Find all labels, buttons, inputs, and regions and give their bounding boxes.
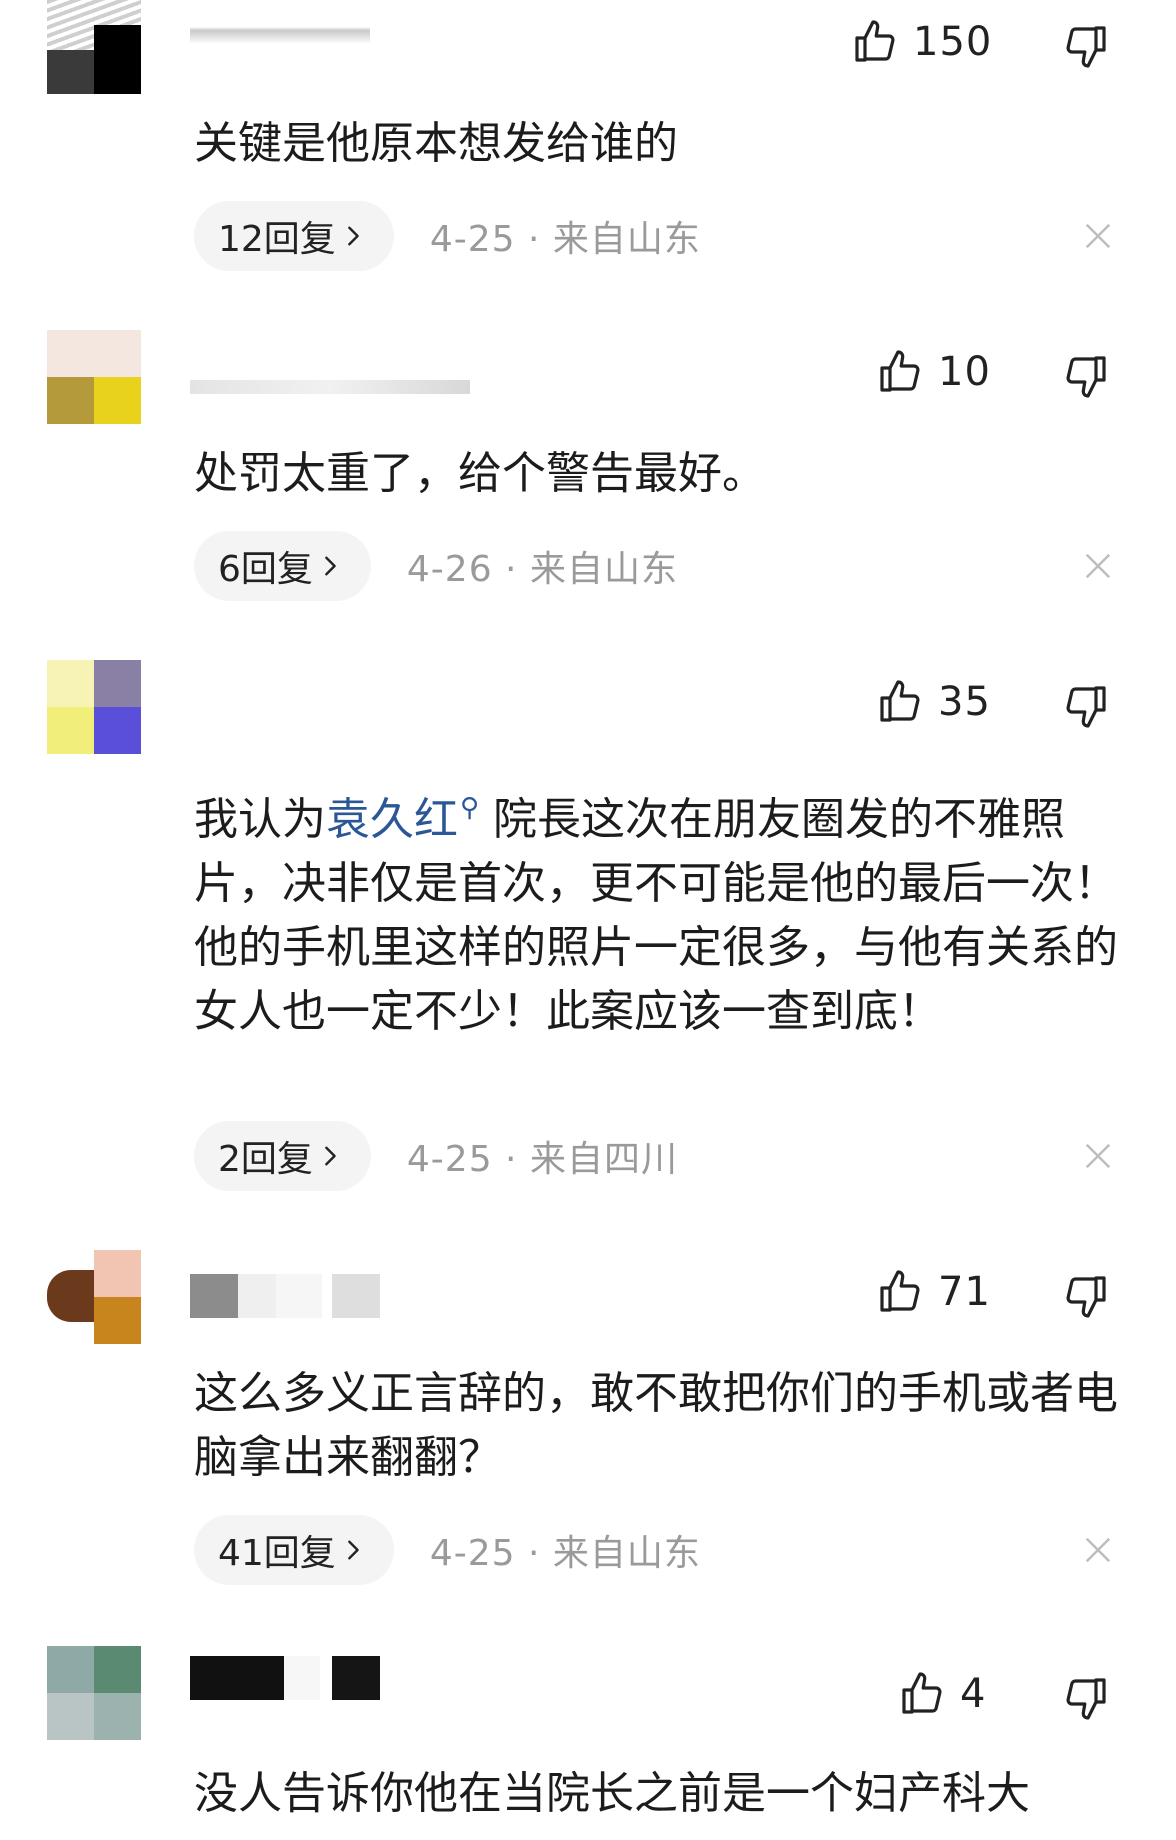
thumbs-down-icon [1066, 26, 1106, 68]
comment-text: 这么多义正言辞的，敢不敢把你们的手机或者电脑拿出来翻翻？ [194, 1368, 1118, 1483]
thumbs-down-icon [1066, 686, 1106, 728]
chevron-right-icon [347, 1540, 359, 1560]
reply-count-label: 2回复 [218, 1139, 313, 1180]
close-icon [1085, 223, 1111, 249]
avatar[interactable] [47, 0, 141, 94]
close-icon [1085, 553, 1111, 579]
chevron-right-icon [325, 1146, 336, 1166]
dislike-button[interactable] [1062, 1272, 1110, 1320]
comment-time-location: 4-25 · 来自山东 [429, 219, 701, 260]
thumbs-down-icon [1066, 1276, 1106, 1318]
reply-count-label: 6回复 [218, 549, 313, 590]
like-button[interactable]: 71 [876, 1268, 991, 1316]
comment-text: 没人告诉你他在当院长之前是一个妇产科大 [194, 1768, 1030, 1819]
comment-time-location: 4-26 · 来自山东 [406, 549, 678, 590]
chevron-right-icon [347, 226, 359, 246]
comment-time-location: 4-25 · 来自山东 [429, 1533, 701, 1574]
reply-count-button[interactable]: 2回复 [194, 1121, 371, 1191]
dismiss-button[interactable] [1083, 1535, 1113, 1565]
like-count: 150 [913, 19, 993, 65]
username-redacted[interactable] [190, 10, 370, 44]
reply-count-button[interactable]: 6回复 [194, 531, 371, 601]
like-count: 4 [960, 1671, 987, 1717]
reply-count-label: 41回复 [218, 1533, 336, 1574]
mention-link[interactable]: 袁久红 [326, 794, 458, 845]
thumbs-up-icon [880, 350, 920, 392]
dislike-button[interactable] [1062, 682, 1110, 730]
thumbs-up-icon [880, 1270, 920, 1312]
comment-time-location: 4-25 · 来自四川 [406, 1139, 678, 1180]
thumbs-down-icon [1066, 356, 1106, 398]
thumbs-down-icon [1066, 1678, 1106, 1720]
thumbs-up-icon [855, 20, 895, 62]
reply-count-button[interactable]: 41回复 [194, 1515, 394, 1585]
like-button[interactable]: 150 [851, 18, 992, 66]
like-count: 71 [938, 1269, 991, 1315]
like-button[interactable]: 10 [876, 348, 991, 396]
comment-meta: 12回复 4-25 · 来自山东 [194, 201, 701, 271]
username-redacted[interactable] [190, 1274, 380, 1318]
dislike-button[interactable] [1062, 22, 1110, 70]
close-icon [1085, 1143, 1111, 1169]
like-button[interactable]: 4 [898, 1670, 986, 1718]
avatar[interactable] [47, 1646, 141, 1740]
avatar[interactable] [47, 330, 141, 424]
like-button[interactable]: 35 [876, 678, 991, 726]
comment-text-start: 我认为 [194, 794, 326, 845]
comment-meta: 6回复 4-26 · 来自山东 [194, 531, 678, 601]
reply-count-label: 12回复 [218, 219, 336, 260]
comment-text: 我认为袁久红⚲ 院長这次在朋友圈发的不雅照片，决非仅是首次，更不可能是他的最后一… [194, 776, 1124, 1044]
chevron-right-icon [325, 556, 336, 576]
like-count: 10 [938, 349, 991, 395]
comment-text: 关键是他原本想发给谁的 [194, 118, 678, 169]
search-icon[interactable]: ⚲ [460, 793, 479, 823]
dismiss-button[interactable] [1083, 551, 1113, 581]
avatar[interactable] [47, 1250, 141, 1344]
thumbs-up-icon [880, 680, 920, 722]
dismiss-button[interactable] [1083, 1141, 1113, 1171]
reply-count-button[interactable]: 12回复 [194, 201, 394, 271]
dislike-button[interactable] [1062, 352, 1110, 400]
dismiss-button[interactable] [1083, 221, 1113, 251]
username-redacted[interactable] [190, 1656, 380, 1700]
username-redacted[interactable] [190, 380, 470, 394]
avatar[interactable] [47, 660, 141, 754]
close-icon [1085, 1537, 1111, 1563]
thumbs-up-icon [902, 1672, 942, 1714]
like-count: 35 [938, 679, 991, 725]
comment-meta: 2回复 4-25 · 来自四川 [194, 1121, 678, 1191]
dislike-button[interactable] [1062, 1674, 1110, 1722]
comment-text: 处罚太重了，给个警告最好。 [194, 448, 766, 499]
comment-meta: 41回复 4-25 · 来自山东 [194, 1515, 701, 1585]
